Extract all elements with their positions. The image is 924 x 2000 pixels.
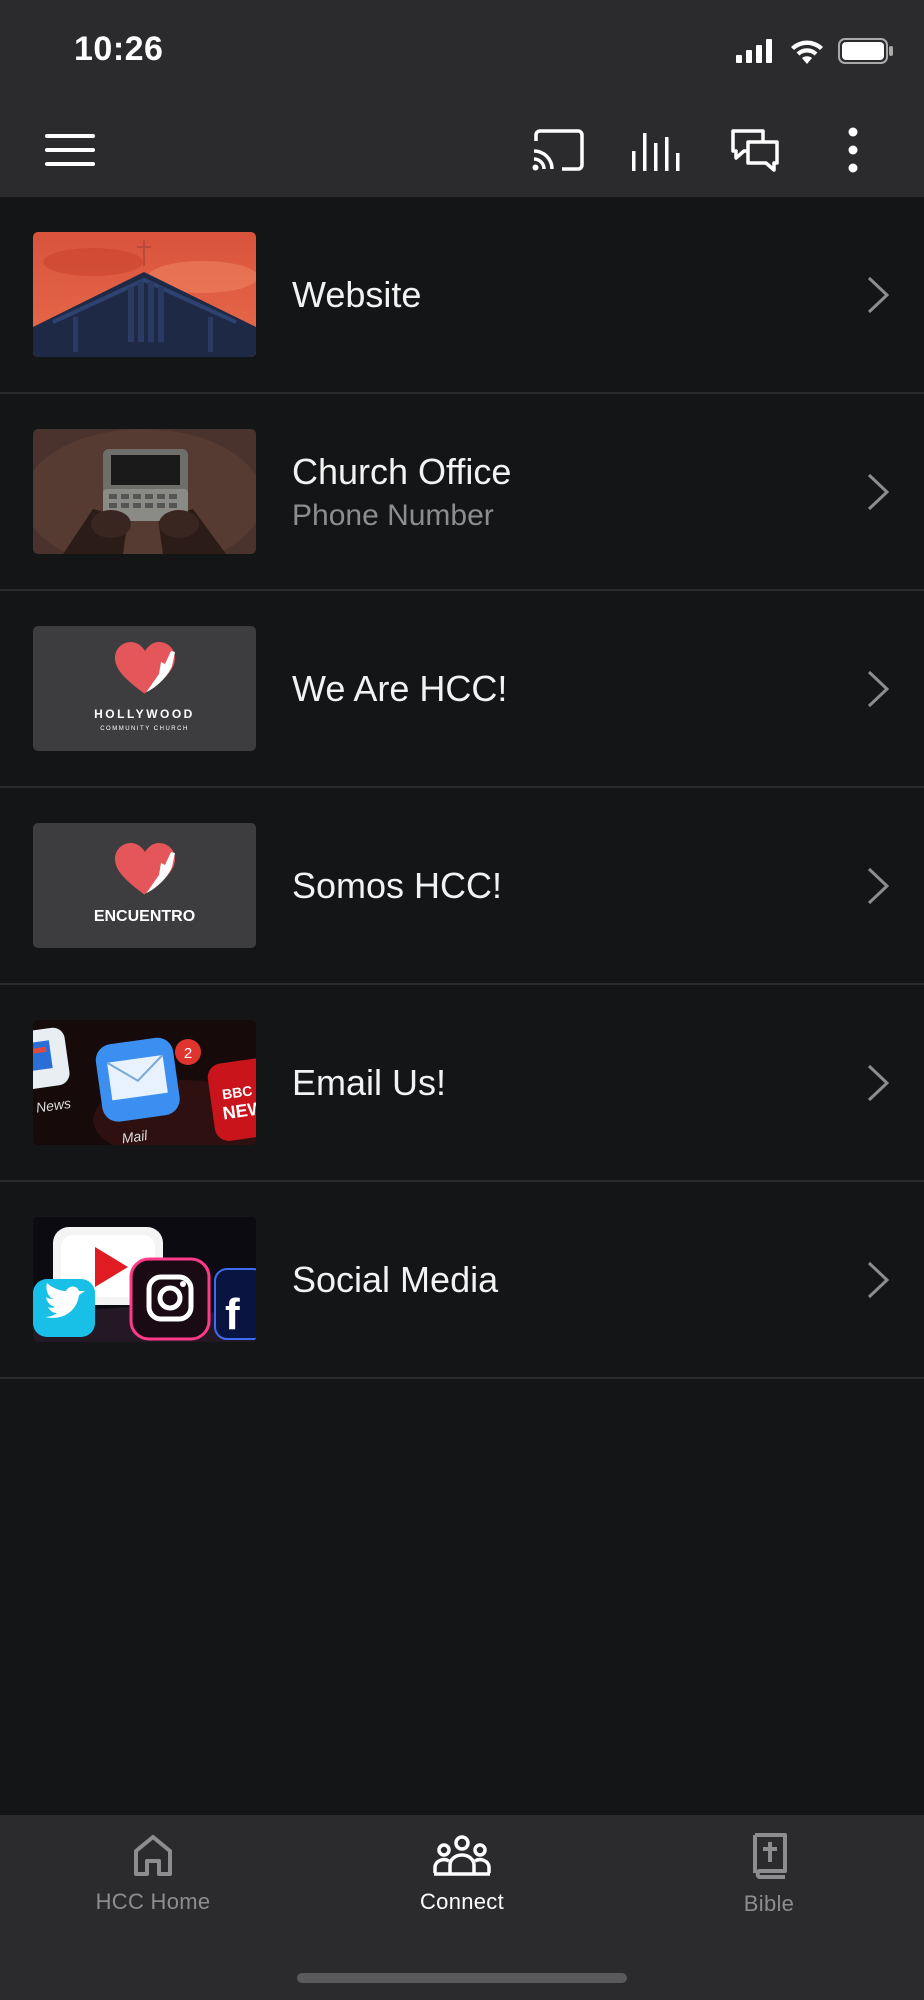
- bible-icon: [753, 1833, 787, 1879]
- cast-icon: [532, 129, 584, 171]
- thumbnail-hands-phone: [33, 429, 256, 554]
- list-item-title: Website: [292, 273, 422, 315]
- list-item-text: Somos HCC!: [292, 788, 502, 983]
- thumbnail-hcc-logo: HOLLYWOOD COMMUNITY CHURCH: [33, 626, 256, 751]
- menu-button[interactable]: [42, 122, 98, 178]
- nav-label: Connect: [419, 1889, 505, 1914]
- nav-item-hcc-home[interactable]: HCC Home: [43, 1833, 263, 1915]
- battery-icon: [838, 38, 893, 64]
- chevron-right-icon: [867, 1261, 890, 1299]
- list-item-title: We Are HCC!: [292, 667, 508, 709]
- list-item-subtitle: Phone Number: [292, 498, 494, 532]
- chevron-right-icon: [867, 670, 890, 708]
- thumbnail-social-icons: f: [33, 1217, 256, 1342]
- list-item-somos-hcc[interactable]: ENCUENTRO Somos HCC!: [0, 788, 924, 985]
- top-toolbar: [0, 100, 924, 197]
- list-item-email-us[interactable]: News Mail 2 BBC NEW Email Us!: [0, 985, 924, 1182]
- thumbnail-mail-apps: News Mail 2 BBC NEW: [33, 1020, 256, 1145]
- status-bar: 10:26: [0, 0, 924, 100]
- encuentro-logo-text: ENCUENTRO: [94, 908, 195, 925]
- equalizer-icon: [632, 133, 680, 171]
- wifi-icon: [791, 40, 823, 64]
- facebook-icon: f: [225, 1290, 240, 1339]
- hamburger-icon: [45, 134, 95, 166]
- chevron-right-icon: [867, 473, 890, 511]
- list-item-title: Social Media: [292, 1258, 499, 1300]
- list-item-website[interactable]: Website: [0, 197, 924, 394]
- hcc-logo-subtext: COMMUNITY CHURCH: [100, 726, 189, 732]
- list-item-title: Email Us!: [292, 1061, 447, 1103]
- list-item-text: Church Office Phone Number: [292, 394, 511, 589]
- home-icon: [134, 1835, 172, 1876]
- cast-button[interactable]: [530, 122, 586, 178]
- nav-label: HCC Home: [95, 1889, 211, 1914]
- thumbnail-encuentro-logo: ENCUENTRO: [33, 823, 256, 948]
- list-item-social-media[interactable]: f Social Media: [0, 1182, 924, 1379]
- list-item-text: Website: [292, 197, 421, 392]
- connect-list: Website Church Office Phone Number HOLLY…: [0, 197, 924, 1379]
- list-item-church-office[interactable]: Church Office Phone Number: [0, 394, 924, 591]
- mail-app-label: Mail: [121, 1127, 150, 1145]
- status-time: 10:26: [74, 30, 164, 68]
- nav-label: Bible: [743, 1891, 795, 1916]
- list-item-text: Email Us!: [292, 985, 446, 1180]
- chat-icon: [731, 129, 779, 172]
- chat-button[interactable]: [727, 122, 783, 178]
- home-indicator: [297, 1973, 627, 1983]
- list-item-text: Social Media: [292, 1182, 498, 1377]
- thumbnail-church-building: [33, 232, 256, 357]
- chevron-right-icon: [867, 276, 890, 314]
- status-icons: [736, 38, 894, 64]
- list-item-title: Somos HCC!: [292, 864, 503, 906]
- nav-item-bible[interactable]: Bible: [659, 1833, 879, 1917]
- list-item-we-are-hcc[interactable]: HOLLYWOOD COMMUNITY CHURCH We Are HCC!: [0, 591, 924, 788]
- chevron-right-icon: [867, 867, 890, 905]
- more-vertical-icon: [848, 127, 858, 173]
- hcc-logo-text: HOLLYWOOD: [94, 707, 195, 721]
- people-icon: [433, 1835, 491, 1876]
- signal-icon: [736, 39, 772, 63]
- nav-item-connect[interactable]: Connect: [352, 1833, 572, 1915]
- chevron-right-icon: [867, 1064, 890, 1102]
- audio-button[interactable]: [628, 122, 684, 178]
- more-button[interactable]: [825, 122, 881, 178]
- mail-badge: 2: [184, 1045, 192, 1062]
- list-item-text: We Are HCC!: [292, 591, 507, 786]
- list-item-title: Church Office: [292, 450, 512, 492]
